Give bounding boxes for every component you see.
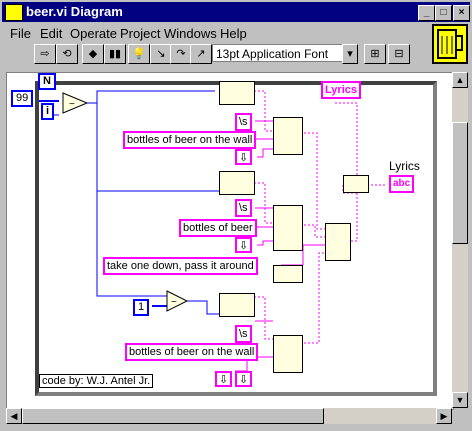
scroll-thumb[interactable] — [22, 408, 324, 424]
step-into-icon[interactable]: ↘ — [150, 44, 172, 64]
title-bar: beer.vi Diagram _ □ × — [2, 2, 470, 22]
scroll-up-icon[interactable]: ▲ — [452, 72, 468, 88]
step-out-icon[interactable]: ↗ — [190, 44, 212, 64]
newline-constant[interactable]: ⇩ — [235, 371, 253, 387]
font-dropdown-arrow-icon[interactable]: ▾ — [342, 44, 358, 64]
highlight-execution-icon[interactable]: 💡 — [128, 44, 150, 64]
scroll-right-icon[interactable]: ▶ — [436, 408, 452, 424]
minimize-button[interactable]: _ — [418, 5, 435, 21]
one-constant[interactable]: 1 — [133, 299, 150, 316]
close-button[interactable]: × — [453, 5, 470, 21]
font-selector[interactable]: 13pt Application Font — [212, 44, 358, 62]
concatenate-strings-node[interactable] — [273, 205, 303, 251]
block-diagram[interactable]: 99 N i − − 1 \s bottles of beer on the w… — [6, 72, 454, 410]
scroll-down-icon[interactable]: ▼ — [452, 392, 468, 408]
distribute-icon[interactable]: ⊟ — [388, 44, 410, 64]
step-over-icon[interactable]: ↷ — [170, 44, 192, 64]
menu-file[interactable]: File — [10, 26, 31, 41]
newline-constant[interactable]: ⇩ — [235, 149, 253, 165]
menu-bar: File Edit Operate Project Windows Help — [2, 24, 422, 42]
toolbar: ⇨ ⟲ ◆ ▮▮ 💡 ↘ ↷ ↗ 13pt Application Font ▾… — [2, 44, 422, 66]
scroll-left-icon[interactable]: ◀ — [6, 408, 22, 424]
lyrics-shift-register[interactable]: Lyrics — [321, 81, 362, 99]
labview-diagram-window: beer.vi Diagram _ □ × File Edit Operate … — [0, 0, 472, 431]
newline-constant[interactable]: ⇩ — [235, 237, 253, 253]
labview-app-icon — [5, 4, 23, 21]
format-into-string-node[interactable] — [219, 81, 255, 105]
format-into-string-node[interactable] — [219, 293, 255, 317]
space-constant[interactable]: \s — [235, 199, 252, 217]
menu-project[interactable]: Project — [120, 26, 160, 41]
pause-icon[interactable]: ▮▮ — [104, 44, 126, 64]
concatenate-strings-node[interactable] — [273, 117, 303, 155]
window-title: beer.vi Diagram — [26, 4, 123, 19]
menu-operate[interactable]: Operate — [70, 26, 117, 41]
concatenate-strings-node[interactable] — [273, 265, 303, 283]
bottles-on-wall-constant[interactable]: bottles of beer on the wall — [123, 131, 257, 149]
maximize-button[interactable]: □ — [435, 5, 452, 21]
newline-constant[interactable]: ⇩ — [215, 371, 233, 387]
menu-edit[interactable]: Edit — [40, 26, 62, 41]
beer-glass-icon — [437, 29, 463, 59]
space-constant[interactable]: \s — [235, 325, 252, 343]
menu-windows[interactable]: Windows — [164, 26, 217, 41]
svg-text:−: − — [69, 99, 75, 110]
vi-icon[interactable] — [432, 24, 468, 64]
bottles-of-beer-constant[interactable]: bottles of beer — [179, 219, 257, 237]
menu-help[interactable]: Help — [220, 26, 247, 41]
run-arrow-icon[interactable]: ⇨ — [34, 44, 56, 64]
abort-icon[interactable]: ◆ — [82, 44, 104, 64]
run-continuous-icon[interactable]: ⟲ — [56, 44, 78, 64]
lyrics-indicator-label: Lyrics — [389, 159, 420, 173]
concatenate-strings-node[interactable] — [273, 335, 303, 373]
format-into-string-node[interactable] — [219, 171, 255, 195]
take-one-down-constant[interactable]: take one down, pass it around — [103, 257, 258, 275]
concatenate-strings-node[interactable] — [343, 175, 369, 193]
space-constant[interactable]: \s — [235, 113, 252, 131]
horizontal-scrollbar[interactable]: ◀ ▶ — [6, 408, 452, 424]
scroll-thumb[interactable] — [452, 122, 468, 244]
align-icon[interactable]: ⊞ — [364, 44, 386, 64]
concatenate-strings-node[interactable] — [325, 223, 351, 261]
author-note: code by: W.J. Antel Jr. — [39, 374, 154, 388]
lyrics-indicator-terminal[interactable]: abc — [389, 175, 415, 193]
bottles-on-wall-constant[interactable]: bottles of beer on the wall — [125, 343, 259, 361]
svg-text:−: − — [171, 297, 177, 308]
vertical-scrollbar[interactable]: ▲ ▼ — [452, 72, 468, 408]
